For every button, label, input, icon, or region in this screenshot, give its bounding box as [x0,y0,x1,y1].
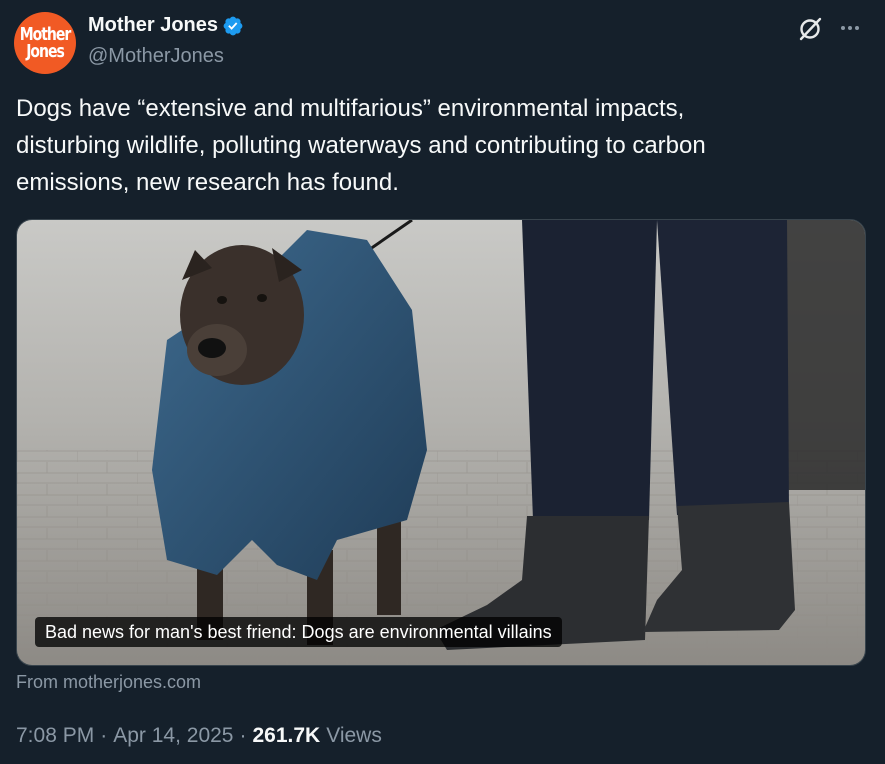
avatar-logo-line-1: Mother [19,24,72,45]
avatar-logo-line-2: Jones [26,41,65,62]
author-name-row: Mother Jones [88,14,244,37]
tweet-time[interactable]: 7:08 PM [16,724,94,748]
views-label: Views [326,724,382,747]
card-caption: Bad news for man's best friend: Dogs are… [35,617,562,647]
more-dot-icon [848,26,852,30]
meta-separator: · [239,724,247,747]
tweet: Mother Jones Mother Jones @MotherJones D… [0,0,885,764]
avatar[interactable]: Mother Jones [14,12,76,74]
more-options-icon[interactable] [836,14,864,42]
tweet-text: Dogs have “extensive and multifarious” e… [16,95,706,196]
grok-icon[interactable] [797,16,823,42]
link-card[interactable]: Bad news for man's best friend: Dogs are… [16,219,866,666]
meta-separator: · [100,724,108,747]
article-photo [17,220,865,665]
card-source-link[interactable]: From motherjones.com [16,672,201,693]
verified-badge-icon[interactable] [222,15,244,37]
more-dot-icon [841,26,845,30]
tweet-date[interactable]: Apr 14, 2025 [113,724,233,748]
display-name[interactable]: Mother Jones [88,14,218,37]
views-count: 261.7K [252,724,321,747]
author-handle[interactable]: @MotherJones [88,45,224,68]
tweet-meta: 7:08 PM · Apr 14, 2025 · 261.7K Views [16,724,382,748]
more-dot-icon [855,26,859,30]
